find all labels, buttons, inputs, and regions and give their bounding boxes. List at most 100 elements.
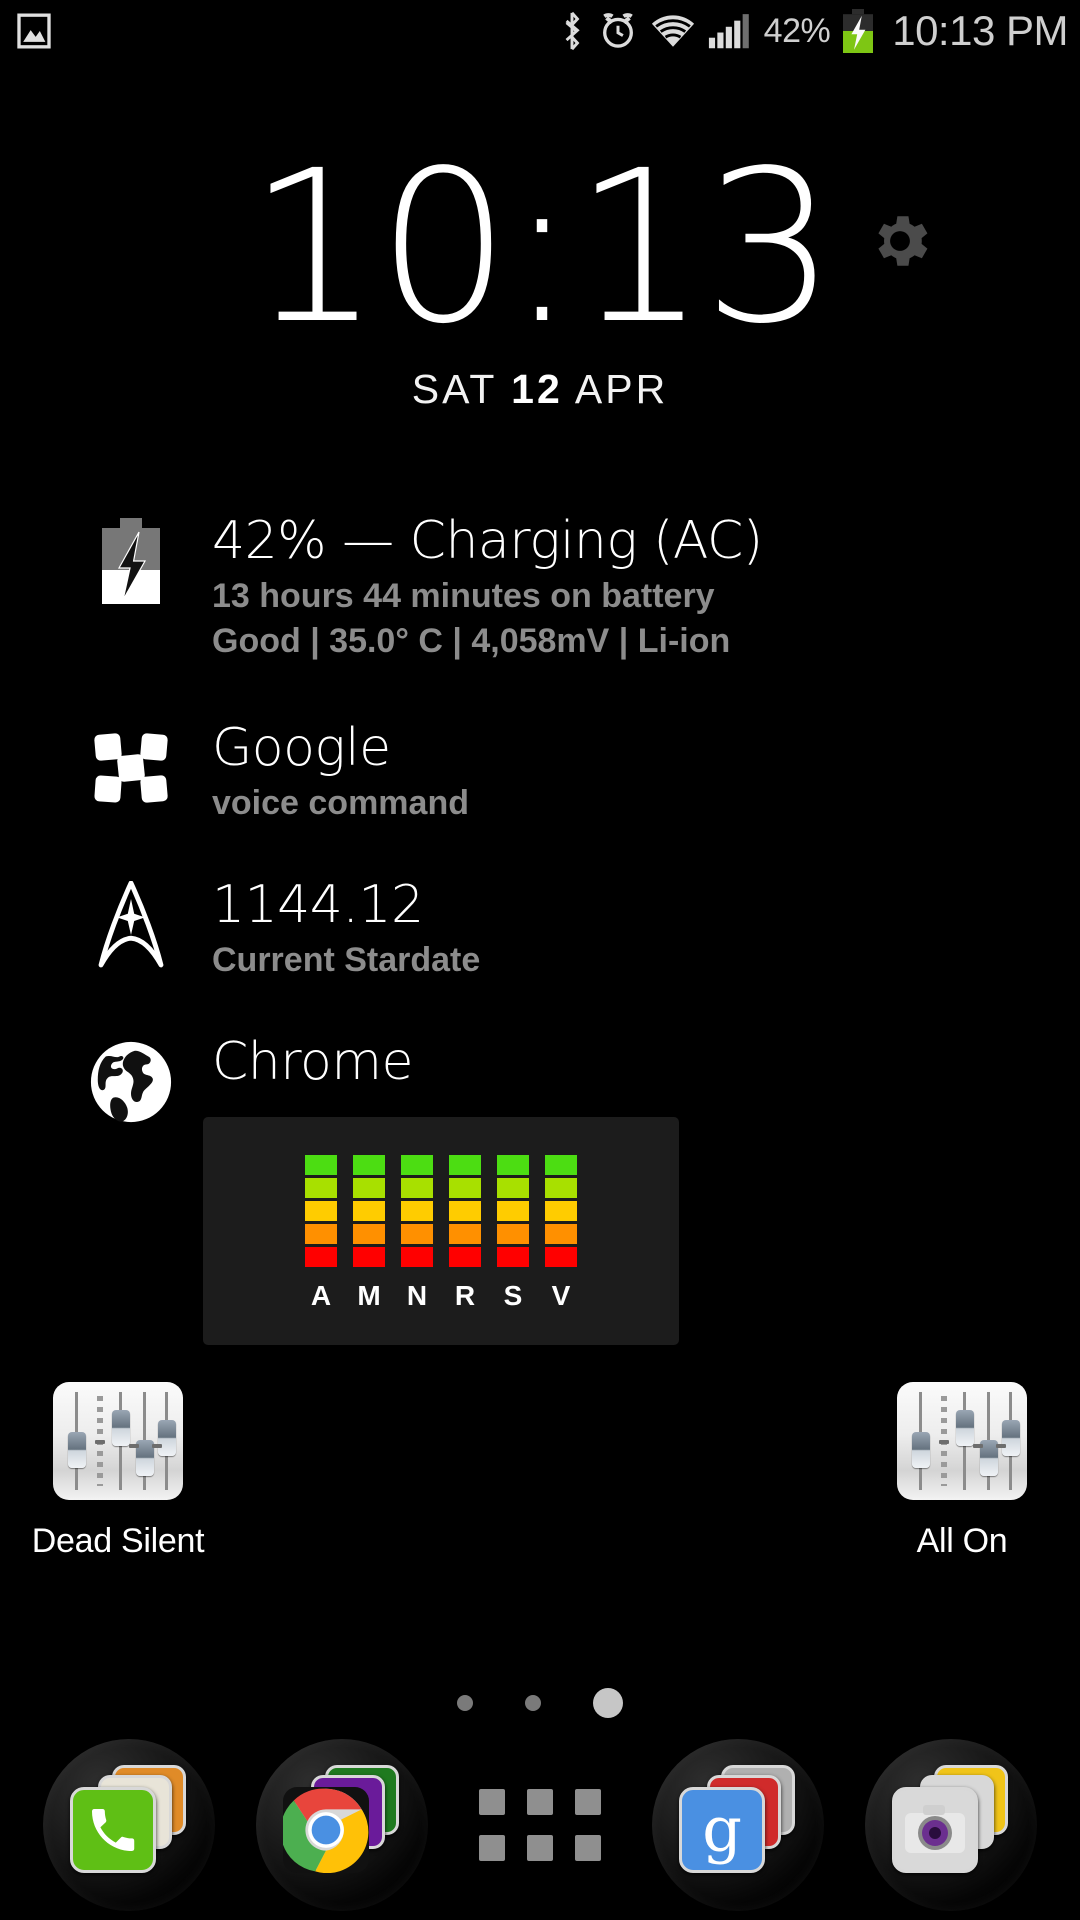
notification-google-text: Google voice command <box>212 717 469 824</box>
card-stack: g <box>673 1765 803 1885</box>
shortcut-all-on-label: All On <box>916 1522 1008 1560</box>
volume-segment <box>401 1224 433 1244</box>
volume-segment <box>497 1247 529 1267</box>
volume-meter-widget[interactable]: AMNRSV <box>203 1117 679 1345</box>
volume-column-v[interactable]: V <box>545 1155 577 1312</box>
volume-segment <box>401 1201 433 1221</box>
image-notification-icon <box>14 11 54 51</box>
notification-battery-text: 42% — Charging (AC) 13 hours 44 minutes … <box>212 512 763 663</box>
volume-segment <box>545 1224 577 1244</box>
page-dot-3[interactable] <box>593 1688 623 1718</box>
volume-column-label: M <box>357 1280 381 1311</box>
volume-segment <box>449 1178 481 1198</box>
volume-segment <box>401 1178 433 1198</box>
volume-column-n[interactable]: N <box>401 1155 433 1312</box>
app-drawer-button[interactable] <box>465 1750 615 1900</box>
volume-segment <box>353 1155 385 1175</box>
shortcut-dead-silent-label: Dead Silent <box>31 1522 205 1560</box>
volume-segment <box>497 1155 529 1175</box>
notification-google[interactable]: Google voice command <box>0 717 1080 824</box>
notification-stardate[interactable]: 1144.12 Current Stardate <box>0 875 1080 981</box>
volume-column-s[interactable]: S <box>497 1155 529 1312</box>
google-search-dock-icon[interactable]: g <box>648 1735 828 1915</box>
notification-chrome-text: Chrome <box>212 1032 413 1093</box>
notification-stardate-sub: Current Stardate <box>212 940 481 979</box>
signal-icon <box>707 11 753 51</box>
page-indicator <box>0 1688 1080 1718</box>
notification-stardate-title: 1144.12 <box>212 875 424 935</box>
volume-column-a[interactable]: A <box>305 1155 337 1312</box>
volume-segment <box>401 1247 433 1267</box>
volume-column-m[interactable]: M <box>353 1155 385 1312</box>
volume-column-r[interactable]: R <box>449 1155 481 1312</box>
volume-segment <box>497 1224 529 1244</box>
dock: g <box>0 1730 1080 1920</box>
volume-segment <box>305 1178 337 1198</box>
volume-column-label: V <box>551 1280 571 1311</box>
battery-charging-icon <box>88 518 174 604</box>
notification-battery-title: 42% — Charging (AC) <box>212 512 763 571</box>
google-g-glyph: g <box>702 1793 742 1866</box>
clock-date-weekday: SAT <box>411 365 497 412</box>
google-now-icon <box>88 725 174 811</box>
volume-segment <box>545 1155 577 1175</box>
starfleet-delta-icon <box>88 881 174 968</box>
volume-sliders-icon <box>53 1382 183 1500</box>
shortcut-all-on[interactable]: All On <box>852 1382 1072 1561</box>
notification-google-sub: voice command <box>212 783 469 822</box>
volume-segment <box>353 1178 385 1198</box>
volume-segment <box>353 1224 385 1244</box>
status-bar[interactable]: 42% 10:13 PM <box>0 0 1080 62</box>
volume-meter-columns: AMNRSV <box>203 1117 679 1345</box>
page-dot-1[interactable] <box>457 1695 473 1711</box>
globe-icon <box>88 1039 174 1125</box>
volume-column-label: A <box>310 1280 332 1311</box>
notification-chrome-title: Chrome <box>212 1032 413 1093</box>
status-bar-left <box>0 11 54 51</box>
alarm-icon <box>597 10 639 52</box>
chrome-dock-icon[interactable] <box>252 1735 432 1915</box>
volume-segment <box>305 1224 337 1244</box>
gear-icon[interactable] <box>865 206 935 281</box>
volume-segment <box>545 1247 577 1267</box>
volume-segment <box>305 1155 337 1175</box>
widget-row: Dead Silent All On <box>0 1358 1080 1648</box>
battery-charging-status-icon <box>841 9 875 53</box>
battery-percent-label: 42% <box>763 11 831 50</box>
volume-segment <box>545 1201 577 1221</box>
clock-date-day: 12 <box>511 365 563 412</box>
notification-battery[interactable]: 42% — Charging (AC) 13 hours 44 minutes … <box>0 512 1080 663</box>
volume-segment <box>305 1201 337 1221</box>
card-stack <box>886 1765 1016 1885</box>
notification-chrome[interactable]: Chrome <box>0 1032 1080 1123</box>
wifi-icon <box>650 11 696 51</box>
phone-dock-icon[interactable] <box>39 1735 219 1915</box>
phone-glyph <box>91 1809 134 1851</box>
clock-time[interactable]: 10:13 <box>247 125 836 370</box>
notification-google-title: Google <box>212 717 391 778</box>
volume-sliders-icon <box>897 1382 1027 1500</box>
app-grid-icon <box>478 1789 601 1861</box>
volume-segment <box>353 1201 385 1221</box>
page-dot-2[interactable] <box>525 1695 541 1711</box>
clock-date-month: APR <box>574 365 669 412</box>
volume-segment <box>353 1247 385 1267</box>
clock-widget[interactable]: 10:13 SAT 12 APR <box>0 143 1080 413</box>
volume-segment <box>401 1155 433 1175</box>
shortcut-dead-silent[interactable]: Dead Silent <box>8 1382 228 1561</box>
volume-segment <box>449 1201 481 1221</box>
clock-date: SAT 12 APR <box>0 366 1080 413</box>
status-bar-clock: 10:13 PM <box>892 7 1068 54</box>
home-screen: 42% 10:13 PM 10:13 SAT 12 APR 42% — Char… <box>0 0 1080 1920</box>
volume-segment <box>305 1247 337 1267</box>
clock-time-row: 10:13 <box>0 143 1080 353</box>
volume-segment <box>449 1155 481 1175</box>
volume-column-label: S <box>503 1280 523 1311</box>
camera-dock-icon[interactable] <box>861 1735 1041 1915</box>
card-stack <box>277 1765 407 1885</box>
card-stack <box>64 1765 194 1885</box>
volume-segment <box>497 1178 529 1198</box>
notification-battery-sub-1: 13 hours 44 minutes on battery <box>212 576 715 615</box>
notification-stardate-text: 1144.12 Current Stardate <box>212 875 481 981</box>
bluetooth-icon <box>558 11 586 51</box>
